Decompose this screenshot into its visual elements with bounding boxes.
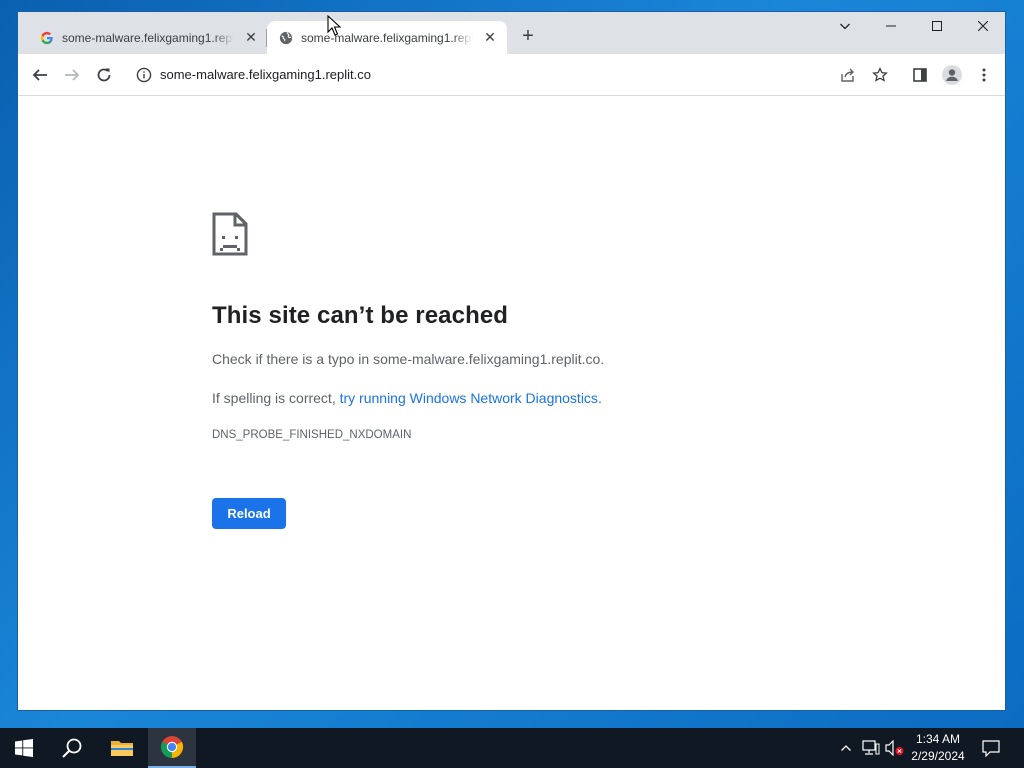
- tab-close-icon[interactable]: ✕: [483, 30, 497, 44]
- side-panel-button[interactable]: [910, 65, 930, 85]
- back-button[interactable]: [30, 65, 50, 85]
- tray-overflow-button[interactable]: [836, 738, 856, 758]
- search-icon: [62, 738, 82, 758]
- mouse-cursor-icon: [327, 15, 341, 36]
- suggestion-text: If spelling is correct,: [212, 390, 340, 406]
- network-button[interactable]: [861, 738, 881, 758]
- google-g-icon: [40, 31, 53, 44]
- kebab-menu-icon: [982, 68, 986, 82]
- back-arrow-icon: [32, 69, 47, 81]
- folder-icon: [111, 741, 133, 756]
- error-suggestion-diagnostics: If spelling is correct, try running Wind…: [212, 390, 602, 406]
- chrome-icon: [160, 736, 184, 758]
- tab-search-button[interactable]: [822, 12, 868, 40]
- chevron-down-icon: [840, 23, 850, 30]
- new-tab-button[interactable]: +: [518, 26, 538, 46]
- share-button[interactable]: [838, 65, 858, 85]
- error-host: some-malware.felixgaming1.replit.co: [373, 351, 601, 367]
- profile-button[interactable]: [942, 65, 962, 85]
- search-button[interactable]: [48, 728, 96, 768]
- forward-arrow-icon: [65, 69, 80, 81]
- clock-date: 2/29/2024: [911, 749, 965, 763]
- tab-inactive[interactable]: some-malware.felixgaming1.replit.co ✕: [28, 21, 268, 54]
- network-icon: [862, 740, 880, 755]
- error-code: DNS_PROBE_FINISHED_NXDOMAIN: [212, 429, 412, 441]
- reload-button[interactable]: Reload: [212, 498, 286, 529]
- file-explorer-button[interactable]: [98, 728, 146, 768]
- suggestion-text-end: .: [597, 390, 602, 406]
- tab-title: some-malware.felixgaming1.replit.co: [62, 30, 234, 45]
- page-content: This site can’t be reached Check if ther…: [18, 96, 1005, 710]
- maximize-button[interactable]: [914, 12, 960, 40]
- info-icon[interactable]: [136, 67, 152, 83]
- error-suggestion-typo: Check if there is a typo in some-malware…: [212, 351, 604, 367]
- sad-page-icon: [212, 212, 248, 256]
- suggestion-text-end: .: [600, 351, 605, 367]
- globe-icon: [279, 31, 293, 44]
- tab-close-icon[interactable]: ✕: [244, 30, 258, 44]
- suggestion-text: Check if there is a typo in: [212, 351, 374, 367]
- notification-icon: [982, 740, 1000, 757]
- minimize-button[interactable]: [868, 12, 914, 40]
- maximize-icon: [932, 21, 942, 31]
- menu-button[interactable]: [974, 65, 994, 85]
- system-clock[interactable]: 1:34 AM 2/29/2024: [902, 731, 974, 765]
- address-bar[interactable]: some-malware.felixgaming1.replit.co: [128, 59, 898, 91]
- taskbar: 1:34 AM 2/29/2024: [0, 728, 1024, 768]
- reload-toolbar-button[interactable]: [94, 65, 114, 85]
- browser-window: some-malware.felixgaming1.replit.co ✕ so…: [17, 11, 1006, 711]
- tab-active[interactable]: some-malware.felixgaming1.replit.co ✕: [267, 21, 507, 54]
- bookmark-button[interactable]: [870, 65, 890, 85]
- error-title: This site can’t be reached: [212, 302, 509, 329]
- refresh-icon: [97, 68, 111, 82]
- star-icon: [872, 67, 888, 82]
- forward-button[interactable]: [62, 65, 82, 85]
- minimize-icon: [886, 25, 896, 27]
- diagnostics-link[interactable]: try running Windows Network Diagnostics: [340, 390, 598, 406]
- chevron-up-icon: [841, 745, 851, 751]
- share-icon: [841, 68, 854, 82]
- avatar-icon: [942, 65, 962, 85]
- clock-time: 1:34 AM: [915, 732, 961, 746]
- side-panel-icon: [913, 68, 927, 82]
- notifications-button[interactable]: [981, 738, 1001, 758]
- close-icon: [978, 21, 988, 31]
- start-button[interactable]: [0, 728, 48, 768]
- browser-toolbar: some-malware.felixgaming1.replit.co: [18, 54, 1005, 96]
- close-window-button[interactable]: [960, 12, 1006, 40]
- tab-strip: some-malware.felixgaming1.replit.co ✕ so…: [18, 12, 1005, 54]
- windows-logo-icon: [15, 739, 33, 757]
- address-bar-url[interactable]: some-malware.felixgaming1.replit.co: [160, 67, 371, 82]
- chrome-taskbar-button[interactable]: [148, 728, 196, 768]
